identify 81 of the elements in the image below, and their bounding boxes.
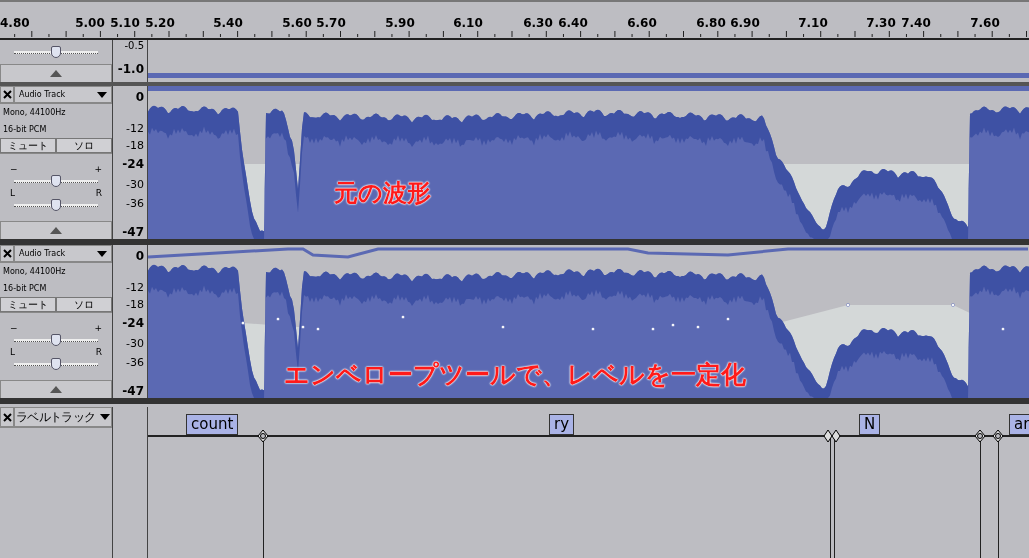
time-label: 6.40 (558, 16, 588, 30)
gain-min-label: − (10, 323, 18, 333)
scale-label: -0.5 (124, 41, 144, 51)
solo-button[interactable]: ソロ (56, 138, 112, 153)
slider-thumb[interactable] (51, 175, 61, 187)
mute-button[interactable]: ミュート (0, 297, 56, 312)
slider-thumb[interactable] (51, 358, 61, 370)
mute-button[interactable]: ミュート (0, 138, 56, 153)
triangle-up-icon (50, 70, 62, 77)
time-label: 4.80 (0, 16, 30, 30)
time-label: 5.60 (282, 16, 312, 30)
scale-label: -30 (126, 337, 144, 350)
time-label: 7.60 (970, 16, 1000, 30)
scale-label: -18 (126, 298, 144, 311)
scale-label: -18 (126, 139, 144, 152)
label-text[interactable]: ar (1009, 414, 1029, 435)
track-info: Mono, 44100Hz (2, 266, 67, 278)
label-handle[interactable] (974, 429, 986, 443)
dropdown-icon (97, 250, 107, 257)
track-name-menu[interactable]: Audio Track (14, 86, 112, 103)
time-label: 5.90 (385, 16, 415, 30)
time-label: 5.10 (110, 16, 140, 30)
time-label: 7.30 (866, 16, 896, 30)
scale-label: -47 (122, 225, 144, 239)
time-label: 5.00 (75, 16, 105, 30)
time-label: 7.40 (901, 16, 931, 30)
time-label: 6.30 (523, 16, 553, 30)
scale-label: -24 (122, 157, 144, 171)
scale-label: 0 (135, 249, 144, 263)
time-label: 5.20 (145, 16, 175, 30)
label-handle[interactable] (823, 429, 841, 443)
track-info: Mono, 44100Hz (2, 107, 67, 119)
label-handle[interactable] (257, 429, 269, 443)
label-handle[interactable] (992, 429, 1004, 443)
close-button[interactable] (0, 86, 14, 103)
track-name-menu[interactable]: ラベルトラック (14, 407, 112, 427)
pan-right-label: R (95, 188, 102, 198)
label-text[interactable]: count (186, 414, 239, 435)
time-label: 5.40 (213, 16, 243, 30)
label-text[interactable]: N (859, 414, 881, 435)
annotation-text: エンベロープツールで、レベルを一定化 (284, 361, 746, 389)
scale-label: -36 (126, 356, 144, 369)
scale-label: -30 (126, 178, 144, 191)
pan-left-label: L (10, 347, 15, 357)
pan-right-label: R (95, 347, 102, 357)
scale-label: 0 (135, 90, 144, 104)
slider-thumb[interactable] (51, 334, 61, 346)
dropdown-icon (97, 91, 107, 98)
time-label: 6.60 (627, 16, 657, 30)
close-button[interactable] (0, 245, 14, 262)
scale-label: -1.0 (117, 62, 144, 76)
gain-max-label: + (94, 164, 102, 174)
slider-thumb[interactable] (51, 46, 61, 58)
timeline-ruler[interactable]: 4.80 5.00 5.10 5.20 5.40 5.60 5.70 5.90 6.10 6.30 6.40 6.60 6.80 6.90 7.10 7.30 7.40 7.60 (0, 0, 1029, 40)
slider-thumb[interactable] (51, 199, 61, 211)
close-icon (2, 249, 12, 258)
track-name-menu[interactable]: Audio Track (14, 245, 112, 262)
scale-label: -47 (122, 384, 144, 398)
scale-label: -36 (126, 197, 144, 210)
time-label: 6.10 (453, 16, 483, 30)
time-label: 7.10 (798, 16, 828, 30)
close-icon (2, 412, 12, 422)
pan-left-label: L (10, 188, 15, 198)
gain-min-label: − (10, 164, 18, 174)
track-info: 16-bit PCM (2, 283, 48, 295)
scale-label: -12 (126, 122, 144, 135)
time-label: 6.80 (696, 16, 726, 30)
solo-button[interactable]: ソロ (56, 297, 112, 312)
track-info: 16-bit PCM (2, 124, 48, 136)
time-label: 6.90 (730, 16, 760, 30)
triangle-up-icon (50, 227, 62, 234)
close-icon (2, 90, 12, 99)
dropdown-icon (100, 414, 110, 420)
triangle-up-icon (50, 386, 62, 393)
close-button[interactable] (0, 407, 14, 427)
time-label: 5.70 (316, 16, 346, 30)
label-text[interactable]: ry (549, 414, 575, 435)
annotation-text: 元の波形 (334, 180, 431, 207)
scale-label: -12 (126, 281, 144, 294)
scale-label: -24 (122, 316, 144, 330)
gain-max-label: + (94, 323, 102, 333)
